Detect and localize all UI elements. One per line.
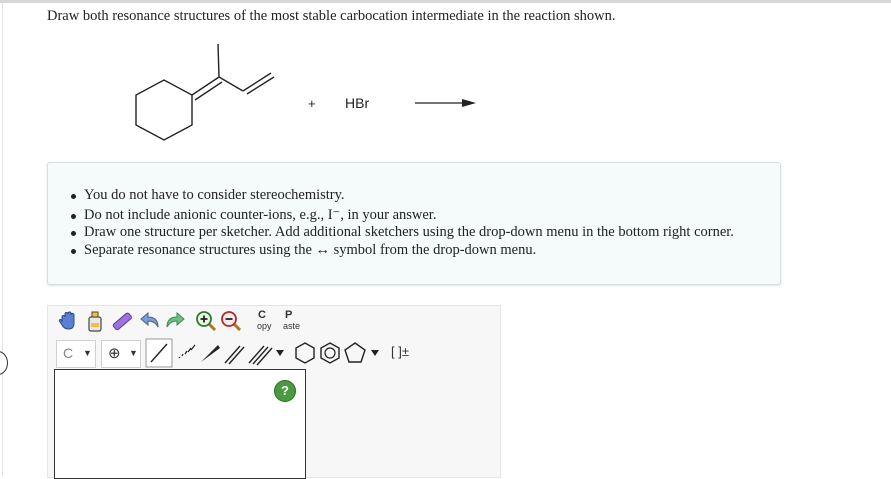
undo-icon[interactable] xyxy=(138,309,162,333)
chevron-down-icon: ▼ xyxy=(83,348,92,358)
paste-label-bottom: aste xyxy=(283,321,301,331)
reaction-scheme: + HBr xyxy=(135,43,476,141)
bracket-label: [ ]± xyxy=(391,344,409,359)
sketcher-canvas[interactable] xyxy=(54,369,306,479)
reagent-hbr: HBr xyxy=(345,95,369,111)
atom-selector[interactable]: C ▼ xyxy=(56,340,96,368)
instruction-item: You do not have to consider stereochemis… xyxy=(71,187,734,205)
instruction-item: Separate resonance structures using the … xyxy=(71,242,734,260)
chevron-down-icon: ▼ xyxy=(129,348,138,358)
paste-button[interactable]: P aste xyxy=(280,309,306,334)
atom-label: C xyxy=(63,345,74,361)
copy-button[interactable]: C opy xyxy=(253,309,277,334)
scroll-handle[interactable] xyxy=(0,351,8,375)
charge-selector[interactable]: ⊕ ▼ xyxy=(101,340,141,368)
hand-icon[interactable] xyxy=(57,310,79,332)
ring-tools[interactable] xyxy=(293,340,383,366)
instructions-box: You do not have to consider stereochemis… xyxy=(47,162,781,285)
eraser-bottle-icon[interactable] xyxy=(85,309,105,333)
instructions-list: You do not have to consider stereochemis… xyxy=(71,187,734,260)
reaction-arrow xyxy=(415,99,476,107)
eraser-icon[interactable] xyxy=(110,309,134,333)
reactant-structure xyxy=(135,43,275,141)
zoom-in-icon[interactable] xyxy=(195,310,217,332)
copy-label-top: C xyxy=(258,309,266,321)
instruction-item: Do not include anionic counter-ions, e.g… xyxy=(71,207,734,225)
bracket-tool[interactable]: [ ]± xyxy=(389,340,413,366)
help-icon[interactable]: ? xyxy=(274,380,296,402)
paste-label-top: P xyxy=(285,309,293,321)
zoom-out-icon[interactable] xyxy=(220,310,242,332)
charge-icon: ⊕ xyxy=(108,345,121,362)
instruction-item: Draw one structure per sketcher. Add add… xyxy=(71,224,734,240)
copy-label-bottom: opy xyxy=(257,321,272,331)
bond-tools[interactable] xyxy=(145,338,290,368)
plus-sign: + xyxy=(308,96,316,111)
redo-icon[interactable] xyxy=(163,309,187,333)
